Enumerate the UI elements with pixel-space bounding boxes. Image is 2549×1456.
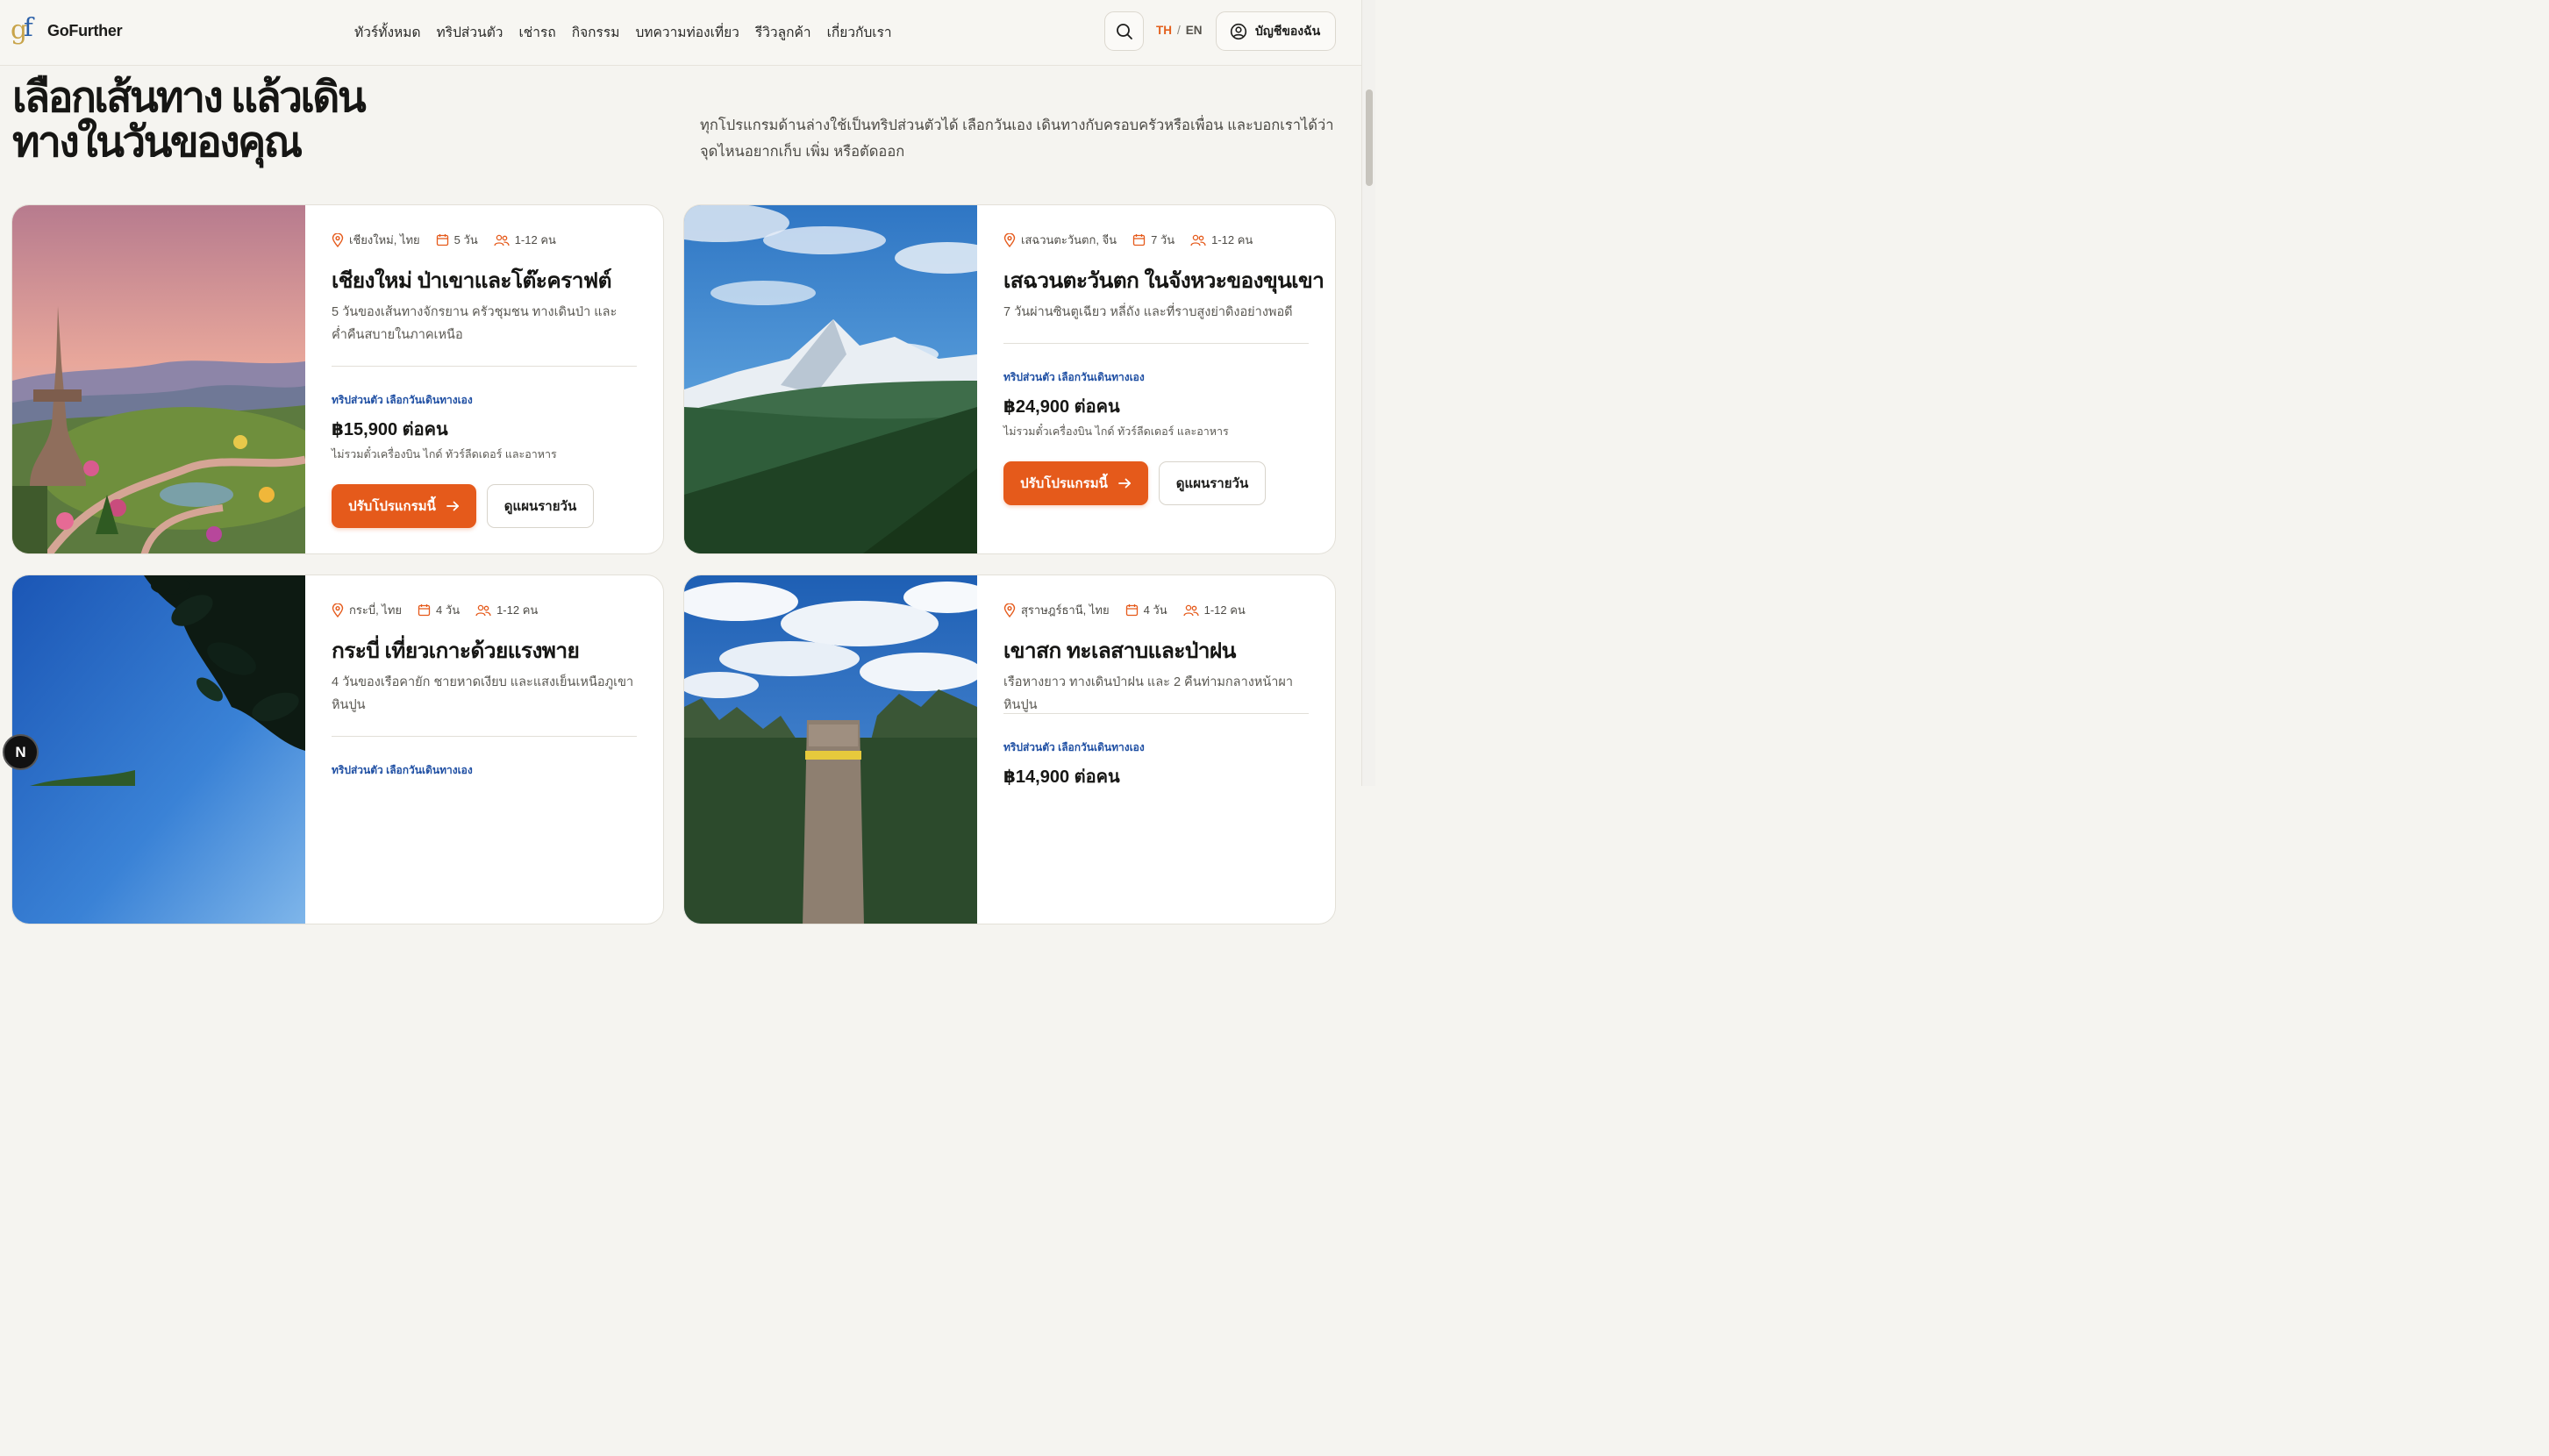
lang-en[interactable]: EN (1186, 24, 1203, 37)
private-trip-tag: ทริปส่วนตัว เลือกวันเดินทางเอง (332, 394, 473, 406)
nav-car-rental[interactable]: เช่ารถ (518, 21, 555, 43)
trip-description: เรือหางยาว ทางเดินป่าฝน และ 2 คืนท่ามกลา… (1003, 675, 1294, 712)
trip-group-size: 1-12 คน (514, 233, 556, 246)
calendar-icon (1125, 604, 1138, 617)
language-switcher: TH / EN (1156, 24, 1203, 37)
trip-title[interactable]: กระบี่ เที่ยวเกาะด้วยแรงพาย (332, 633, 580, 667)
page-title: เลือกเส้นทาง แล้วเดินทางในวันของคุณ (12, 75, 367, 166)
page-description: ทุกโปรแกรมด้านล่างใช้เป็นทริปส่วนตัวได้ … (700, 118, 1334, 160)
trip-meta: สุราษฎร์ธานี, ไทย 4 วัน 1-12 คน (1003, 601, 1261, 619)
trip-image-khao-sok (684, 575, 977, 924)
account-label: บัญชีของฉัน (1255, 23, 1321, 38)
lang-separator: / (1177, 24, 1181, 37)
location-pin-icon (332, 603, 344, 617)
daily-plan-button[interactable]: ดูแผนรายวัน (487, 484, 594, 528)
daily-plan-button[interactable]: ดูแผนรายวัน (1159, 461, 1266, 505)
trip-group-size: 1-12 คน (496, 603, 539, 617)
trip-duration: 4 วัน (1143, 603, 1167, 617)
trip-description: 4 วันของเรือคายัก ชายหาดเงียบ และแสงเย็น… (332, 675, 634, 712)
trip-card-west-sichuan: เสฉวนตะวันตก, จีน 7 วัน 1-12 คน เสฉวนตะว… (683, 204, 1336, 554)
nav-travel-articles[interactable]: บทความท่องเที่ยว (635, 21, 739, 43)
trip-title[interactable]: เสฉวนตะวันตก ในจังหวะของขุนเขา (1003, 263, 1324, 297)
calendar-icon (436, 234, 448, 246)
trip-description: 5 วันของเส้นทางจักรยาน ครัวชุมชน ทางเดิน… (332, 305, 618, 342)
group-icon (475, 604, 491, 616)
trip-title[interactable]: เขาสก ทะเลสาบและป่าฝน (1003, 633, 1236, 667)
page-scrollbar[interactable] (1361, 0, 1375, 786)
svg-text:f: f (24, 12, 35, 42)
trip-title[interactable]: เชียงใหม่ ป่าเขาและโต๊ะคราฟต์ (332, 263, 612, 297)
nav-activities[interactable]: กิจกรรม (572, 21, 620, 43)
trip-meta: เชียงใหม่, ไทย 5 วัน 1-12 คน (332, 231, 572, 249)
calendar-icon (1132, 234, 1146, 246)
arrow-right-icon (446, 501, 459, 511)
trip-location: เชียงใหม่, ไทย (349, 233, 420, 246)
customize-label: ปรับโปรแกรมนี้ (348, 499, 436, 514)
nav-about[interactable]: เกี่ยวกับเรา (827, 21, 892, 43)
site-header: g f GoFurther ทัวร์ทั้งหมด ทริปส่วนตัว เ… (0, 0, 1361, 66)
trip-duration: 7 วัน (1151, 233, 1175, 246)
trip-image-krabi (12, 575, 305, 924)
nav-private-trips[interactable]: ทริปส่วนตัว (437, 21, 503, 43)
trip-duration: 4 วัน (436, 603, 461, 617)
price-note: ไม่รวมตั๋วเครื่องบิน ไกด์ ทัวร์ลีดเดอร์ … (1003, 425, 1229, 438)
trip-price: ฿14,900 ต่อคน (1003, 767, 1120, 787)
trip-group-size: 1-12 คน (1211, 233, 1253, 246)
trip-card-krabi: กระบี่, ไทย 4 วัน 1-12 คน กระบี่ เที่ยวเ… (11, 575, 664, 924)
private-trip-tag: ทริปส่วนตัว เลือกวันเดินทางเอง (1003, 371, 1145, 383)
main-nav: ทัวร์ทั้งหมด ทริปส่วนตัว เช่ารถ กิจกรรม … (354, 21, 892, 43)
user-circle-icon (1230, 23, 1247, 39)
group-icon (1182, 604, 1199, 616)
lang-th[interactable]: TH (1156, 24, 1172, 37)
trip-card-chiang-mai: เชียงใหม่, ไทย 5 วัน 1-12 คน เชียงใหม่ ป… (11, 204, 664, 554)
group-icon (494, 234, 510, 246)
calendar-icon (418, 604, 431, 617)
location-pin-icon (1003, 232, 1016, 247)
location-pin-icon (1003, 603, 1016, 617)
arrow-right-icon (1117, 478, 1131, 489)
trip-price: ฿24,900 ต่อคน (1003, 397, 1120, 417)
trip-meta: เสฉวนตะวันตก, จีน 7 วัน 1-12 คน (1003, 231, 1268, 249)
trip-meta: กระบี่, ไทย 4 วัน 1-12 คน (332, 601, 553, 619)
trip-card-khao-sok: สุราษฎร์ธานี, ไทย 4 วัน 1-12 คน เขาสก ทะ… (683, 575, 1336, 924)
nav-reviews[interactable]: รีวิวลูกค้า (755, 21, 811, 43)
trip-price: ฿15,900 ต่อคน (332, 420, 448, 439)
price-note: ไม่รวมตั๋วเครื่องบิน ไกด์ ทัวร์ลีดเดอร์ … (332, 448, 557, 460)
customize-label: ปรับโปรแกรมนี้ (1020, 476, 1108, 491)
trip-location: สุราษฎร์ธานี, ไทย (1021, 603, 1110, 617)
nav-all-tours[interactable]: ทัวร์ทั้งหมด (354, 21, 421, 43)
search-button[interactable] (1104, 11, 1144, 51)
trip-location: กระบี่, ไทย (349, 603, 403, 617)
trip-group-size: 1-12 คน (1203, 603, 1246, 617)
customize-program-button[interactable]: ปรับโปรแกรมนี้ (1003, 461, 1148, 505)
gofurther-logo-mark: g f (11, 12, 35, 46)
trip-image-chiang-mai (12, 205, 305, 553)
search-icon (1116, 23, 1132, 39)
card-divider (332, 736, 637, 737)
account-button[interactable]: บัญชีของฉัน (1216, 11, 1336, 51)
logo[interactable]: g f GoFurther (11, 12, 123, 49)
group-icon (1190, 234, 1206, 246)
brand-name: GoFurther (47, 21, 123, 39)
private-trip-tag: ทริปส่วนตัว เลือกวันเดินทางเอง (1003, 741, 1145, 753)
scrollbar-thumb[interactable] (1366, 89, 1373, 186)
trip-location: เสฉวนตะวันตก, จีน (1021, 233, 1117, 246)
location-pin-icon (332, 232, 344, 247)
card-divider (332, 366, 637, 367)
trip-image-west-sichuan (684, 205, 977, 553)
card-divider (1003, 343, 1309, 344)
trip-description: 7 วันผ่านซินตูเฉียว หลี่ถัง และที่ราบสูง… (1003, 305, 1293, 319)
customize-program-button[interactable]: ปรับโปรแกรมนี้ (332, 484, 476, 528)
dev-tools-badge[interactable]: N (3, 734, 39, 770)
trip-duration: 5 วัน (453, 233, 478, 246)
card-divider (1003, 713, 1309, 714)
private-trip-tag: ทริปส่วนตัว เลือกวันเดินทางเอง (332, 764, 473, 776)
